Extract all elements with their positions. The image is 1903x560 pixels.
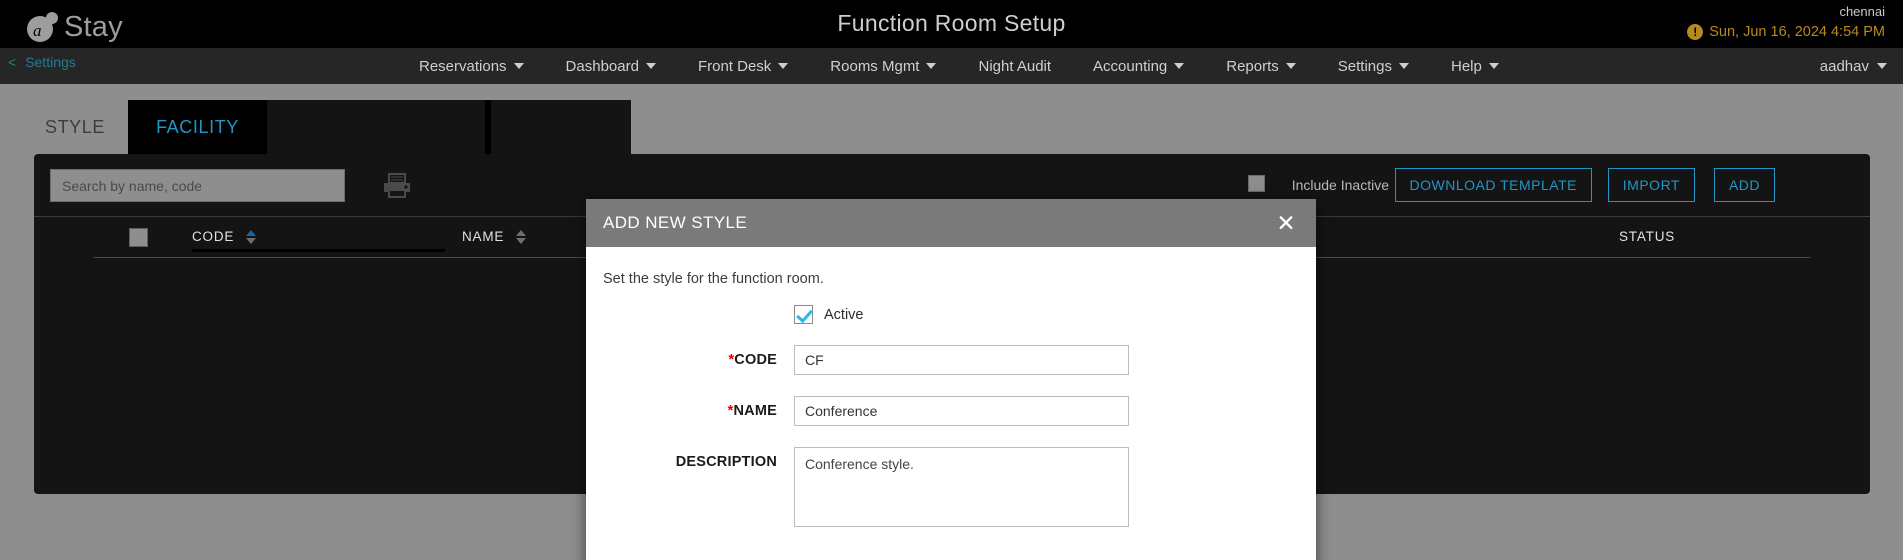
chevron-down-icon: [645, 63, 656, 69]
nav-item-accounting[interactable]: Accounting: [1072, 48, 1205, 84]
chevron-down-icon: [513, 63, 524, 69]
nav-label: Settings: [1337, 57, 1392, 75]
name-label: *NAME: [586, 396, 794, 419]
page-title: Function Room Setup: [837, 10, 1066, 36]
dialog-header: ADD NEW STYLE ✕: [586, 199, 1316, 247]
main-nav-bar: < Settings Reservations Dashboard Front …: [0, 48, 1903, 84]
chevron-down-icon: [778, 63, 789, 69]
nav-label: Dashboard: [565, 57, 639, 75]
nav-item-front-desk[interactable]: Front Desk: [677, 48, 809, 84]
chevron-down-icon: [926, 63, 937, 69]
active-label: Active: [824, 306, 864, 323]
top-right-info: chennai ! Sun, Jun 16, 2024 4:54 PM: [1687, 3, 1885, 43]
app-window: a Stay Function Room Setup chennai ! Sun…: [0, 0, 1903, 560]
close-icon[interactable]: ✕: [1274, 211, 1298, 235]
description-textarea[interactable]: Conference style.: [794, 447, 1129, 527]
nav-items: Reservations Dashboard Front Desk Rooms …: [398, 48, 1520, 84]
nav-label: Rooms Mgmt: [830, 57, 920, 75]
chevron-down-icon: [1877, 63, 1887, 69]
nav-label: Reports: [1226, 57, 1279, 75]
back-to-settings-link[interactable]: < Settings: [8, 54, 76, 70]
nav-item-reservations[interactable]: Reservations: [398, 48, 545, 84]
active-checkbox[interactable]: [794, 305, 813, 324]
code-input[interactable]: [794, 345, 1129, 375]
datetime-text: Sun, Jun 16, 2024 4:54 PM: [1709, 23, 1885, 40]
active-field-row: Active: [586, 305, 1316, 324]
nav-item-reports[interactable]: Reports: [1205, 48, 1317, 84]
dialog-title: ADD NEW STYLE: [603, 213, 748, 232]
nav-item-dashboard[interactable]: Dashboard: [545, 48, 677, 84]
page-content: STYLE FACILITY Search by name, code Incl…: [0, 84, 1903, 560]
code-label: *CODE: [586, 345, 794, 368]
nav-item-settings[interactable]: Settings: [1317, 48, 1430, 84]
chevron-down-icon: [1174, 63, 1185, 69]
description-field-row: DESCRIPTION Conference style.: [586, 447, 1316, 532]
code-field-row: *CODE: [586, 345, 1316, 375]
user-menu[interactable]: aadhav: [1820, 48, 1887, 84]
dialog-body: Set the style for the function room. Act…: [586, 247, 1316, 560]
dialog-subtitle: Set the style for the function room.: [603, 271, 824, 287]
chevron-down-icon: [1488, 63, 1499, 69]
nav-label: Front Desk: [697, 57, 772, 75]
exclamation-icon: !: [1687, 24, 1704, 41]
business-datetime: ! Sun, Jun 16, 2024 4:54 PM: [1687, 22, 1885, 43]
back-label: Settings: [25, 54, 76, 70]
nav-item-help[interactable]: Help: [1430, 48, 1520, 84]
chevron-down-icon: [1285, 63, 1296, 69]
name-input[interactable]: [794, 396, 1129, 426]
nav-item-night-audit[interactable]: Night Audit: [957, 48, 1072, 84]
nav-label: Night Audit: [978, 57, 1052, 75]
nav-label: Help: [1450, 57, 1482, 75]
description-label: DESCRIPTION: [675, 454, 777, 470]
name-label-text: NAME: [733, 403, 777, 419]
property-name: chennai: [1839, 4, 1885, 19]
name-field-row: *NAME: [586, 396, 1316, 426]
nav-label: Accounting: [1093, 57, 1168, 75]
nav-label: Reservations: [419, 57, 507, 75]
add-new-style-dialog: ADD NEW STYLE ✕ Set the style for the fu…: [586, 199, 1316, 560]
chevron-down-icon: [1398, 63, 1409, 69]
chevron-left-icon: <: [8, 54, 17, 70]
user-name: aadhav: [1819, 57, 1869, 75]
code-label-text: CODE: [734, 352, 777, 368]
nav-item-rooms-mgmt[interactable]: Rooms Mgmt: [809, 48, 957, 84]
